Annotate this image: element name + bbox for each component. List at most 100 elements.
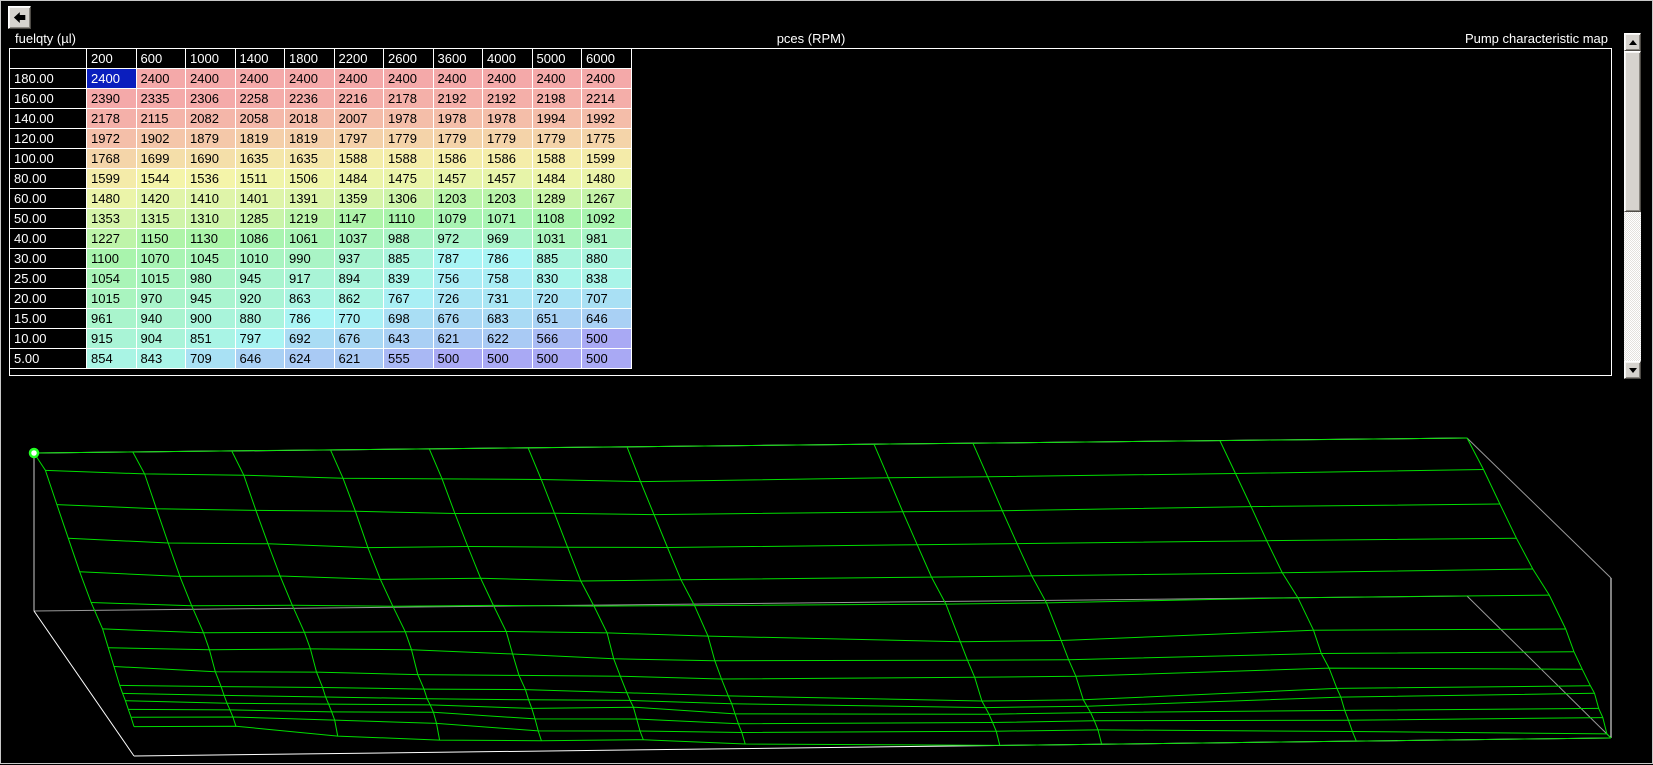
- map-cell[interactable]: 1130: [185, 228, 236, 249]
- map-cell[interactable]: 1010: [234, 248, 285, 269]
- map-cell[interactable]: 767: [383, 288, 434, 309]
- map-cell[interactable]: 2400: [234, 68, 285, 89]
- map-cell[interactable]: 1267: [581, 188, 632, 209]
- map-cell[interactable]: 621: [432, 328, 483, 349]
- map-cell[interactable]: 1635: [234, 148, 285, 169]
- column-header[interactable]: 1800: [284, 49, 335, 69]
- map-cell[interactable]: 500: [432, 348, 483, 369]
- map-cell[interactable]: 1902: [135, 128, 186, 149]
- column-header[interactable]: 200: [86, 49, 137, 69]
- map-cell[interactable]: 1410: [185, 188, 236, 209]
- map-cell[interactable]: 885: [531, 248, 582, 269]
- map-cell[interactable]: 1289: [531, 188, 582, 209]
- map-cell[interactable]: 920: [234, 288, 285, 309]
- map-cell[interactable]: 980: [185, 268, 236, 289]
- map-cell[interactable]: 651: [531, 308, 582, 329]
- map-cell[interactable]: 838: [581, 268, 632, 289]
- map-viewport[interactable]: 200 600 1000 1400 1800 2200 2600 3600 4000 5000 60…: [9, 48, 1612, 376]
- map-cell[interactable]: 1037: [333, 228, 384, 249]
- map-cell[interactable]: 2058: [234, 108, 285, 129]
- map-cell[interactable]: 1480: [581, 168, 632, 189]
- map-cell[interactable]: 2400: [333, 68, 384, 89]
- map-cell[interactable]: 1203: [482, 188, 533, 209]
- map-cell[interactable]: 1147: [333, 208, 384, 229]
- map-cell[interactable]: 2390: [86, 88, 137, 109]
- map-cell[interactable]: 1586: [432, 148, 483, 169]
- map-cell[interactable]: 1150: [135, 228, 186, 249]
- map-cell[interactable]: 2178: [383, 88, 434, 109]
- map-cell[interactable]: 676: [333, 328, 384, 349]
- map-cell[interactable]: 2335: [135, 88, 186, 109]
- map-cell[interactable]: 969: [482, 228, 533, 249]
- map-cell[interactable]: 1797: [333, 128, 384, 149]
- map-cell[interactable]: 1994: [531, 108, 582, 129]
- map-cell[interactable]: 1779: [383, 128, 434, 149]
- map-cell[interactable]: 2400: [86, 68, 137, 89]
- surface-3d-view[interactable]: [1, 385, 1653, 765]
- scrollbar-track[interactable]: [1624, 51, 1641, 361]
- map-cell[interactable]: 1401: [234, 188, 285, 209]
- map-cell[interactable]: 1061: [284, 228, 335, 249]
- map-cell[interactable]: 1599: [86, 168, 137, 189]
- map-cell[interactable]: 2400: [185, 68, 236, 89]
- map-cell[interactable]: 1588: [383, 148, 434, 169]
- row-header[interactable]: 80.00: [10, 168, 87, 189]
- map-cell[interactable]: 756: [432, 268, 483, 289]
- map-cell[interactable]: 1690: [185, 148, 236, 169]
- map-cell[interactable]: 698: [383, 308, 434, 329]
- row-header[interactable]: 120.00: [10, 128, 87, 149]
- selected-point-marker[interactable]: [28, 447, 40, 459]
- map-cell[interactable]: 961: [86, 308, 137, 329]
- map-cell[interactable]: 2115: [135, 108, 186, 129]
- column-header[interactable]: 3600: [432, 49, 483, 69]
- map-cell[interactable]: 643: [383, 328, 434, 349]
- map-cell[interactable]: 2306: [185, 88, 236, 109]
- map-cell[interactable]: 1536: [185, 168, 236, 189]
- map-cell[interactable]: 1599: [581, 148, 632, 169]
- map-cell[interactable]: 945: [234, 268, 285, 289]
- map-cell[interactable]: 2258: [234, 88, 285, 109]
- row-header[interactable]: 40.00: [10, 228, 87, 249]
- map-cell[interactable]: 1353: [86, 208, 137, 229]
- map-cell[interactable]: 1110: [383, 208, 434, 229]
- map-cell[interactable]: 1978: [432, 108, 483, 129]
- map-cell[interactable]: 1227: [86, 228, 137, 249]
- row-header[interactable]: 30.00: [10, 248, 87, 269]
- map-cell[interactable]: 2400: [284, 68, 335, 89]
- map-cell[interactable]: 1086: [234, 228, 285, 249]
- map-cell[interactable]: 1071: [482, 208, 533, 229]
- map-cell[interactable]: 981: [581, 228, 632, 249]
- map-cell[interactable]: 709: [185, 348, 236, 369]
- map-cell[interactable]: 2400: [383, 68, 434, 89]
- map-cell[interactable]: 770: [333, 308, 384, 329]
- map-cell[interactable]: 787: [432, 248, 483, 269]
- map-cell[interactable]: 970: [135, 288, 186, 309]
- map-cell[interactable]: 1315: [135, 208, 186, 229]
- map-cell[interactable]: 1480: [86, 188, 137, 209]
- map-cell[interactable]: 1588: [531, 148, 582, 169]
- map-cell[interactable]: 2192: [432, 88, 483, 109]
- map-cell[interactable]: 720: [531, 288, 582, 309]
- map-cell[interactable]: 1054: [86, 268, 137, 289]
- map-cell[interactable]: 1203: [432, 188, 483, 209]
- map-cell[interactable]: 566: [531, 328, 582, 349]
- map-cell[interactable]: 1420: [135, 188, 186, 209]
- row-header[interactable]: 50.00: [10, 208, 87, 229]
- map-cell[interactable]: 917: [284, 268, 335, 289]
- row-header[interactable]: 140.00: [10, 108, 87, 129]
- map-cell[interactable]: 1484: [531, 168, 582, 189]
- map-cell[interactable]: 1992: [581, 108, 632, 129]
- column-header[interactable]: 5000: [531, 49, 582, 69]
- map-cell[interactable]: 1978: [482, 108, 533, 129]
- vertical-scrollbar[interactable]: [1624, 33, 1641, 379]
- map-cell[interactable]: 1079: [432, 208, 483, 229]
- map-cell[interactable]: 1310: [185, 208, 236, 229]
- map-cell[interactable]: 839: [383, 268, 434, 289]
- map-cell[interactable]: 885: [383, 248, 434, 269]
- map-cell[interactable]: 1484: [333, 168, 384, 189]
- map-cell[interactable]: 683: [482, 308, 533, 329]
- column-header[interactable]: 600: [135, 49, 186, 69]
- map-cell[interactable]: 1100: [86, 248, 137, 269]
- map-cell[interactable]: 692: [284, 328, 335, 349]
- map-cell[interactable]: 797: [234, 328, 285, 349]
